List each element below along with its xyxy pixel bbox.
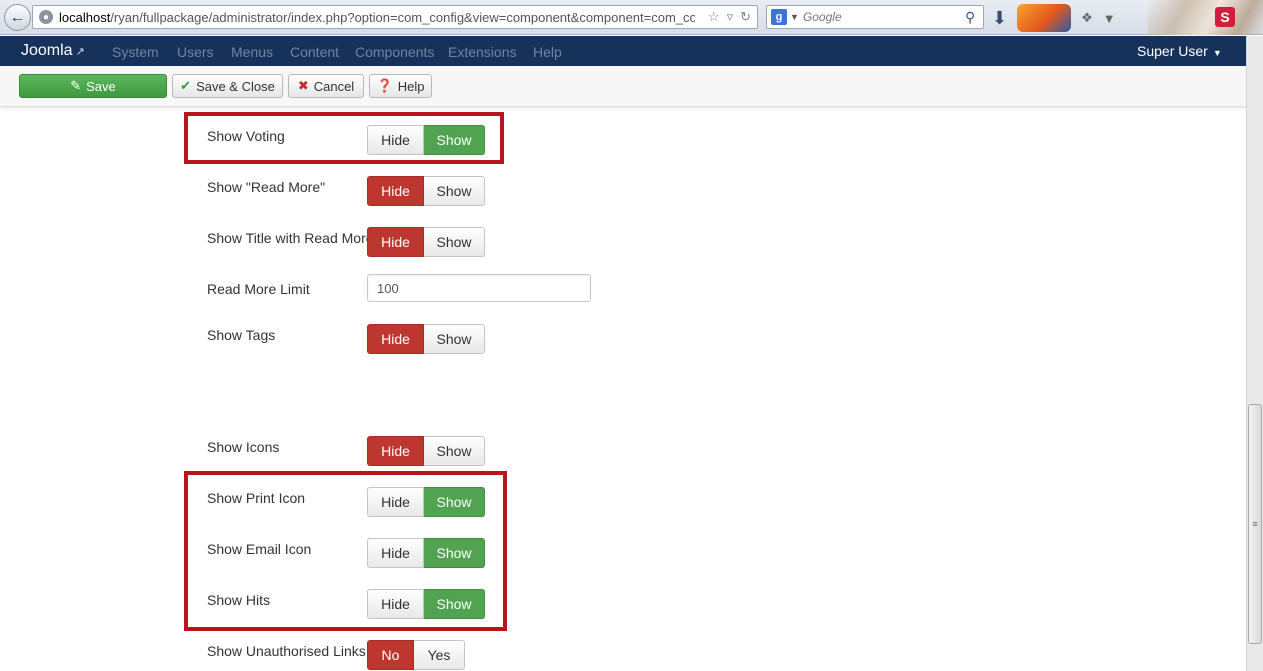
google-icon[interactable]: g (771, 9, 787, 25)
url-text[interactable]: localhost/ryan/fullpackage/administrator… (59, 10, 695, 25)
option-show[interactable]: Show (424, 176, 485, 206)
cancel-button[interactable]: ✖ Cancel (288, 74, 364, 98)
label-show-unauthorised-links: Show Unauthorised Links (207, 643, 366, 659)
save-button[interactable]: ✎ Save (19, 74, 167, 98)
highlight-box-voting (184, 112, 504, 164)
toggle-show-unauthorised-links[interactable]: No Yes (367, 640, 465, 670)
option-hide[interactable]: Hide (367, 436, 424, 466)
nav-system[interactable]: System (112, 44, 159, 60)
brand-link[interactable]: Joomla ↗ (21, 42, 85, 60)
back-arrow-icon[interactable]: ← (4, 4, 31, 31)
read-more-limit-input[interactable]: 100 (367, 274, 591, 302)
search-box[interactable]: g ▼ Google ⚲ (766, 5, 984, 29)
nav-users[interactable]: Users (177, 44, 214, 60)
external-link-icon: ↗ (75, 46, 85, 58)
toggle-show-icons[interactable]: Hide Show (367, 436, 485, 466)
label-show-read-more: Show "Read More" (207, 179, 326, 195)
nav-components[interactable]: Components (355, 44, 434, 60)
option-show[interactable]: Show (424, 436, 485, 466)
label-read-more-limit: Read More Limit (207, 281, 310, 297)
caret-down-icon: ▼ (1212, 48, 1222, 58)
option-yes[interactable]: Yes (414, 640, 465, 670)
globe-icon: ● (39, 10, 53, 24)
history-dropdown-icon[interactable]: ▿ (727, 9, 734, 25)
address-bar[interactable]: ● localhost/ryan/fullpackage/administrat… (32, 5, 758, 29)
check-icon: ✔ (180, 78, 192, 93)
option-show[interactable]: Show (424, 227, 485, 257)
highlight-box-icons-hits (184, 471, 507, 631)
download-icon[interactable]: ⬇ (992, 8, 1007, 29)
question-circle-icon: ❓ (376, 78, 393, 93)
scrollbar-thumb[interactable]: ≡ (1248, 404, 1262, 644)
menu-dropdown-icon[interactable]: ▼ (1103, 11, 1116, 26)
toggle-show-tags[interactable]: Hide Show (367, 324, 485, 354)
option-no[interactable]: No (367, 640, 414, 670)
cancel-circle-icon: ✖ (297, 78, 309, 93)
firefox-theme-icon[interactable] (1017, 4, 1072, 32)
search-icon[interactable]: ⚲ (965, 9, 983, 26)
nav-content[interactable]: Content (290, 44, 339, 60)
toggle-show-title-read-more[interactable]: Hide Show (367, 227, 485, 257)
label-show-tags: Show Tags (207, 327, 276, 343)
admin-navbar: Joomla ↗ System Users Menus Content Compo… (0, 36, 1246, 66)
browser-toolbar: ← ● localhost/ryan/fullpackage/administr… (0, 0, 1263, 35)
option-show[interactable]: Show (424, 324, 485, 354)
action-toolbar: ✎ Save ✔ Save & Close ✖ Cancel ❓ Help (0, 66, 1246, 107)
toolbar-decoration (1148, 0, 1263, 35)
option-hide[interactable]: Hide (367, 324, 424, 354)
toggle-show-read-more[interactable]: Hide Show (367, 176, 485, 206)
search-engine-dropdown-icon[interactable]: ▼ (790, 12, 799, 22)
vertical-scrollbar[interactable]: ≡ (1246, 36, 1263, 671)
addon-s-icon[interactable]: S (1215, 7, 1235, 27)
bookmark-star-icon[interactable]: ☆ (708, 9, 720, 25)
nav-help[interactable]: Help (533, 44, 562, 60)
extension-icon[interactable]: ❖ (1081, 10, 1093, 26)
user-menu[interactable]: Super User ▼ (1137, 43, 1222, 59)
nav-menus[interactable]: Menus (231, 44, 273, 60)
edit-icon: ✎ (70, 78, 82, 93)
search-placeholder[interactable]: Google (803, 10, 965, 24)
nav-extensions[interactable]: Extensions (448, 44, 516, 60)
label-show-icons: Show Icons (207, 439, 280, 455)
save-close-button[interactable]: ✔ Save & Close (172, 74, 283, 98)
reload-icon[interactable]: ↻ (740, 9, 751, 25)
help-button[interactable]: ❓ Help (369, 74, 432, 98)
label-show-title-read-more: Show Title with Read More (207, 230, 374, 246)
option-hide[interactable]: Hide (367, 176, 424, 206)
option-hide[interactable]: Hide (367, 227, 424, 257)
